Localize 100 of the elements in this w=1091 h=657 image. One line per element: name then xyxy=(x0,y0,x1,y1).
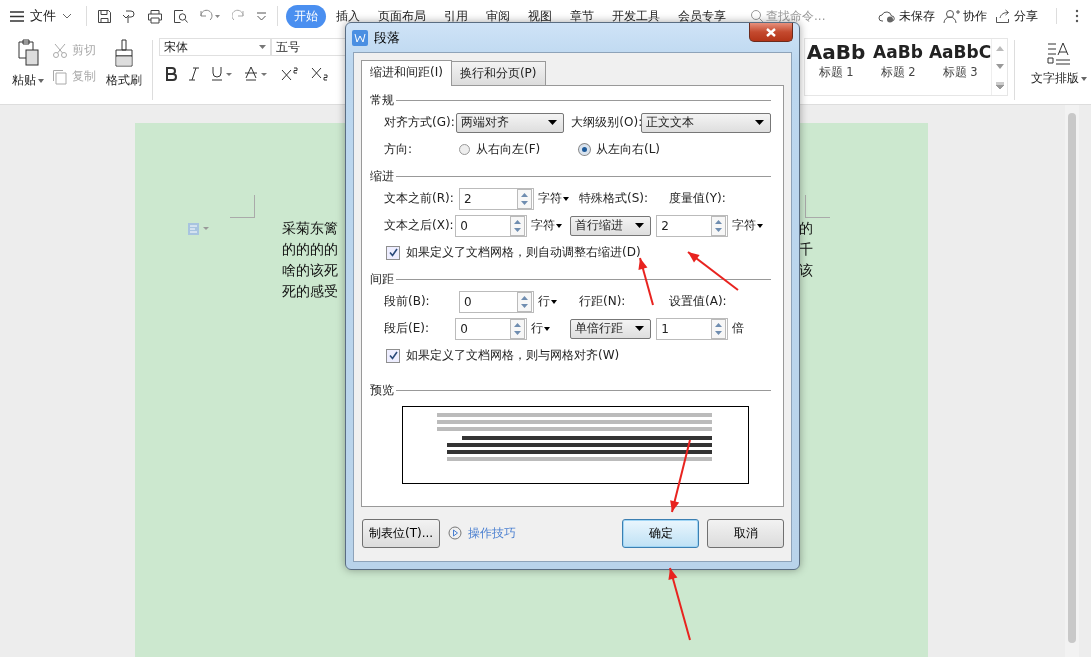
toolbar-action[interactable]: 未保存 xyxy=(878,7,935,25)
field-label: 特殊格式(S): xyxy=(579,190,650,207)
print-icon[interactable] xyxy=(147,8,163,24)
number-field[interactable]: 2 xyxy=(459,187,534,210)
person-add-icon xyxy=(943,8,960,24)
scroll-down-icon[interactable] xyxy=(995,63,1004,69)
unit-selector[interactable]: 字符 xyxy=(530,217,570,234)
spinner-icon[interactable] xyxy=(711,215,726,236)
search-icon xyxy=(750,9,764,23)
style-option[interactable]: AaBb 标题 1 xyxy=(805,39,867,95)
style-option[interactable]: AaBb 标题 2 xyxy=(867,39,929,95)
field-label: 度量值(Y): xyxy=(669,190,726,207)
text-layout-button[interactable]: 文字排版 xyxy=(1027,36,1091,89)
field-label: 段后(E): xyxy=(384,320,430,337)
scroll-up-icon[interactable] xyxy=(995,45,1004,51)
caret-icon xyxy=(38,78,44,83)
line-spacing-select[interactable]: 单倍行距 xyxy=(569,318,652,339)
unit-selector[interactable]: 字符 xyxy=(538,190,579,207)
toolbar-action[interactable]: 分享 xyxy=(995,7,1038,25)
caret-icon xyxy=(1081,76,1087,81)
play-icon xyxy=(448,526,463,540)
alignment-select[interactable]: 两端对齐 xyxy=(455,112,565,133)
number-field[interactable]: 2 xyxy=(656,214,728,237)
copy-icon xyxy=(52,68,68,85)
style-option[interactable]: AaBbC 标题 3 xyxy=(929,39,991,95)
format-painter-button[interactable]: 格式刷 xyxy=(102,36,146,91)
scrollbar-thumb[interactable] xyxy=(1068,113,1076,643)
command-search[interactable]: 查找命令... xyxy=(750,9,842,23)
more-icon[interactable] xyxy=(1075,9,1079,23)
document-text: 的的的的 xyxy=(282,240,338,259)
expand-icon[interactable] xyxy=(995,81,1004,89)
file-menu[interactable]: 文件 xyxy=(10,7,80,25)
crop-mark xyxy=(230,195,255,218)
chevron-icon xyxy=(62,13,72,19)
spinner-icon[interactable] xyxy=(711,318,726,339)
radio-option[interactable]: 从右向左(F) xyxy=(459,141,579,158)
italic-icon[interactable] xyxy=(189,66,199,81)
unit-label: 倍 xyxy=(732,320,745,337)
radio-option[interactable]: 从左向右(L) xyxy=(579,141,661,158)
redo-icon[interactable] xyxy=(232,9,246,23)
outline-level-select[interactable]: 正文文本 xyxy=(641,112,771,133)
checkbox-option[interactable]: 如果定义了文档网格，则与网格对齐(W) xyxy=(370,343,771,368)
field-label: 行距(N): xyxy=(579,293,627,310)
spinner-icon[interactable] xyxy=(517,188,532,209)
underline-icon[interactable] xyxy=(211,66,233,81)
paragraph-icon[interactable] xyxy=(188,223,210,235)
caret-icon xyxy=(555,223,562,228)
paste-button[interactable]: 粘贴 xyxy=(8,36,48,91)
checkbox-option[interactable]: 如果定义了文档网格，则自动调整右缩进(D) xyxy=(370,240,771,265)
cloud-icon xyxy=(878,9,896,23)
scrollbar[interactable] xyxy=(1065,105,1079,657)
close-button[interactable] xyxy=(749,23,793,42)
print-preview-icon[interactable] xyxy=(173,8,188,24)
save-icon[interactable] xyxy=(97,8,112,24)
undo-icon[interactable] xyxy=(198,9,222,23)
unit-selector[interactable]: 行 xyxy=(538,293,579,310)
share-icon xyxy=(995,8,1011,24)
unit-selector[interactable]: 字符 xyxy=(732,217,771,234)
export-icon[interactable] xyxy=(122,8,137,24)
document-text: 死的感受 xyxy=(282,282,338,301)
field-label: 文本之后(X): xyxy=(384,217,455,234)
customize-icon[interactable] xyxy=(256,11,267,21)
clipboard-icon xyxy=(15,38,41,68)
spinner-icon[interactable] xyxy=(509,215,525,236)
caret-icon xyxy=(548,120,558,125)
dialog-button[interactable]: 取消 xyxy=(707,518,784,548)
special-format-select[interactable]: 首行缩进 xyxy=(569,215,652,236)
dialog-button[interactable]: 确定 xyxy=(622,518,699,548)
caret-icon xyxy=(551,299,557,304)
section-heading: 缩进 xyxy=(370,167,394,185)
document-text: 该 xyxy=(799,261,813,280)
crop-mark xyxy=(805,195,830,218)
field-label: 设置值(A): xyxy=(669,293,727,310)
font-select[interactable]: 宋体 xyxy=(159,38,271,56)
number-field[interactable]: 0 xyxy=(459,290,534,313)
help-link[interactable]: 操作技巧 xyxy=(448,524,517,542)
number-field[interactable]: 1 xyxy=(656,317,728,340)
document-text: 的 xyxy=(799,219,813,238)
spinner-icon[interactable] xyxy=(509,318,525,339)
caret-icon xyxy=(563,196,569,201)
number-field[interactable]: 0 xyxy=(455,214,527,237)
dialog-tab[interactable]: 换行和分页(P) xyxy=(450,61,546,85)
brush-icon xyxy=(113,38,135,68)
close-icon xyxy=(766,27,776,37)
app-icon xyxy=(352,29,368,46)
subscript-icon[interactable] xyxy=(311,66,329,81)
bold-icon[interactable] xyxy=(165,66,177,81)
caret-icon xyxy=(635,326,645,331)
tab-stops-button[interactable]: 制表位(T)... xyxy=(362,518,441,548)
dialog-tab[interactable]: 缩进和间距(I) xyxy=(361,60,452,86)
strikethrough-icon[interactable] xyxy=(245,66,269,81)
number-field[interactable]: 0 xyxy=(455,317,527,340)
field-label: 文本之前(R): xyxy=(384,190,455,207)
spinner-icon[interactable] xyxy=(517,291,532,312)
document-text: 啥的该死 xyxy=(282,261,338,280)
unit-selector[interactable]: 行 xyxy=(530,320,570,337)
superscript-icon[interactable] xyxy=(281,66,299,81)
scissors-icon xyxy=(52,42,68,59)
toolbar-action[interactable]: 协作 xyxy=(943,7,987,25)
dialog-title: 段落 xyxy=(374,28,400,47)
